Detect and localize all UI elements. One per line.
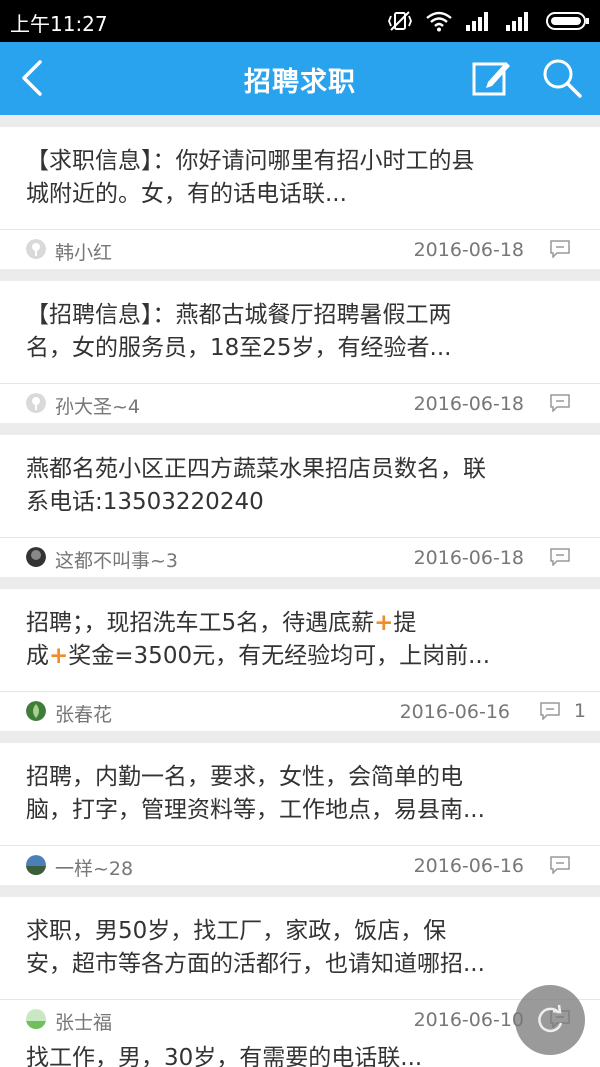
post-item[interactable]: 【招聘信息】：燕都古城餐厅招聘暑假工两 名，女的服务员，18至25岁，有经验者.… — [0, 281, 600, 423]
post-item[interactable]: 燕都名苑小区正四方蔬菜水果招店员数名，联 系电话:13503220240 这都不… — [0, 435, 600, 577]
post-text-segment: 提 — [393, 610, 417, 636]
avatar — [26, 701, 46, 721]
post-item[interactable]: 招聘，内勤一名，要求，女性，会简单的电 脑，打字，管理资料等，工作地点，易县南.… — [0, 743, 600, 885]
post-author[interactable]: 张士福 — [55, 1008, 112, 1035]
post-author[interactable]: 孙大圣~4 — [55, 392, 140, 419]
post-item[interactable]: 【求职信息】：你好请问哪里有招小时工的县 城附近的。女，有的话电话联... 韩小… — [0, 127, 600, 269]
post-author[interactable]: 张春花 — [55, 700, 112, 727]
post-content: 燕都名苑小区正四方蔬菜水果招店员数名，联 系电话:13503220240 — [0, 435, 600, 537]
signal-icon-2 — [506, 12, 528, 31]
post-content: 招聘，内勤一名，要求，女性，会简单的电 脑，打字，管理资料等，工作地点，易县南.… — [0, 743, 600, 845]
vibrate-icon — [388, 11, 412, 31]
comment-count: 1 — [573, 700, 586, 722]
post-date: 2016-06-18 — [413, 393, 524, 415]
post-author[interactable]: 一样~28 — [55, 854, 133, 881]
status-bar: 上午11:27 — [0, 0, 600, 42]
post-meta: 张春花 2016-06-16 1 — [0, 691, 600, 731]
post-text-segment: 成 — [26, 643, 49, 669]
status-time: 上午11:27 — [10, 12, 108, 36]
post-text-segment: 奖金=3500元，有无经验均可，上岗前... — [68, 643, 491, 669]
post-date: 2016-06-10 — [413, 1009, 524, 1031]
plus-icon: + — [374, 610, 394, 636]
post-text-line: 安，超市等各方面的活都行，也请知道哪招... — [26, 951, 485, 977]
post-date: 2016-06-16 — [399, 701, 510, 723]
avatar — [26, 1009, 46, 1029]
refresh-button[interactable] — [515, 985, 585, 1055]
post-meta: 这都不叫事~3 2016-06-18 — [0, 537, 600, 577]
plus-icon: + — [49, 643, 69, 669]
post-author[interactable]: 这都不叫事~3 — [55, 546, 178, 573]
post-text-line: 燕都名苑小区正四方蔬菜水果招店员数名，联 — [26, 456, 486, 482]
refresh-icon — [538, 1004, 563, 1033]
avatar — [26, 547, 46, 567]
signal-icon — [466, 12, 488, 31]
post-item[interactable]: 求职，男50岁，找工厂，家政，饭店，保 安，超市等各方面的活都行，也请知道哪招.… — [0, 897, 600, 1039]
post-author[interactable]: 韩小红 — [55, 238, 112, 265]
wifi-icon — [426, 11, 452, 32]
post-text-line: 招聘；，现招洗车工5名，待遇底薪+提 — [26, 607, 574, 640]
post-text-line: 求职，男50岁，找工厂，家政，饭店，保 — [26, 918, 447, 944]
comment-icon[interactable] — [550, 240, 570, 258]
status-icons — [388, 8, 590, 34]
post-content: 【求职信息】：你好请问哪里有招小时工的县 城附近的。女，有的话电话联... — [0, 127, 600, 229]
post-content: 招聘；，现招洗车工5名，待遇底薪+提 成+奖金=3500元，有无经验均可，上岗前… — [0, 589, 600, 691]
post-list: 【求职信息】：你好请问哪里有招小时工的县 城附近的。女，有的话电话联... 韩小… — [0, 115, 600, 1039]
post-item[interactable]: 招聘；，现招洗车工5名，待遇底薪+提 成+奖金=3500元，有无经验均可，上岗前… — [0, 589, 600, 731]
battery-icon — [546, 12, 589, 30]
compose-icon[interactable] — [470, 56, 514, 100]
post-text-line: 脑，打字，管理资料等，工作地点，易县南... — [26, 797, 485, 823]
post-meta: 一样~28 2016-06-16 — [0, 845, 600, 885]
post-item-partial[interactable]: 找工作，男，30岁，有需要的电话联... — [0, 1038, 600, 1067]
post-content: 【招聘信息】：燕都古城餐厅招聘暑假工两 名，女的服务员，18至25岁，有经验者.… — [0, 281, 600, 383]
post-text-line: 城附近的。女，有的话电话联... — [26, 181, 347, 207]
post-meta: 孙大圣~4 2016-06-18 — [0, 383, 600, 423]
comment-icon[interactable] — [550, 394, 570, 412]
avatar — [26, 239, 46, 259]
post-date: 2016-06-18 — [413, 239, 524, 261]
post-text-line: 系电话:13503220240 — [26, 489, 264, 515]
post-meta: 韩小红 2016-06-18 — [0, 229, 600, 269]
post-content: 求职，男50岁，找工厂，家政，饭店，保 安，超市等各方面的活都行，也请知道哪招.… — [0, 897, 600, 999]
post-meta: 张士福 2016-06-10 — [0, 999, 600, 1039]
post-text-line: 成+奖金=3500元，有无经验均可，上岗前... — [26, 640, 574, 673]
post-date: 2016-06-18 — [413, 547, 524, 569]
comment-icon[interactable] — [550, 856, 570, 874]
comment-icon[interactable] — [550, 548, 570, 566]
avatar — [26, 855, 46, 875]
app-header: 招聘求职 — [0, 42, 600, 115]
post-text-segment: 招聘；，现招洗车工5名，待遇底薪 — [26, 610, 375, 636]
post-date: 2016-06-16 — [413, 855, 524, 877]
comment-icon[interactable] — [540, 702, 560, 720]
search-icon[interactable] — [540, 56, 584, 100]
post-text-line: 【招聘信息】：燕都古城餐厅招聘暑假工两 — [26, 302, 452, 328]
avatar — [26, 393, 46, 413]
post-text-line: 名，女的服务员，18至25岁，有经验者... — [26, 335, 452, 361]
post-text-line: 招聘，内勤一名，要求，女性，会简单的电 — [26, 764, 463, 790]
post-text-line: 【求职信息】：你好请问哪里有招小时工的县 — [26, 148, 475, 174]
